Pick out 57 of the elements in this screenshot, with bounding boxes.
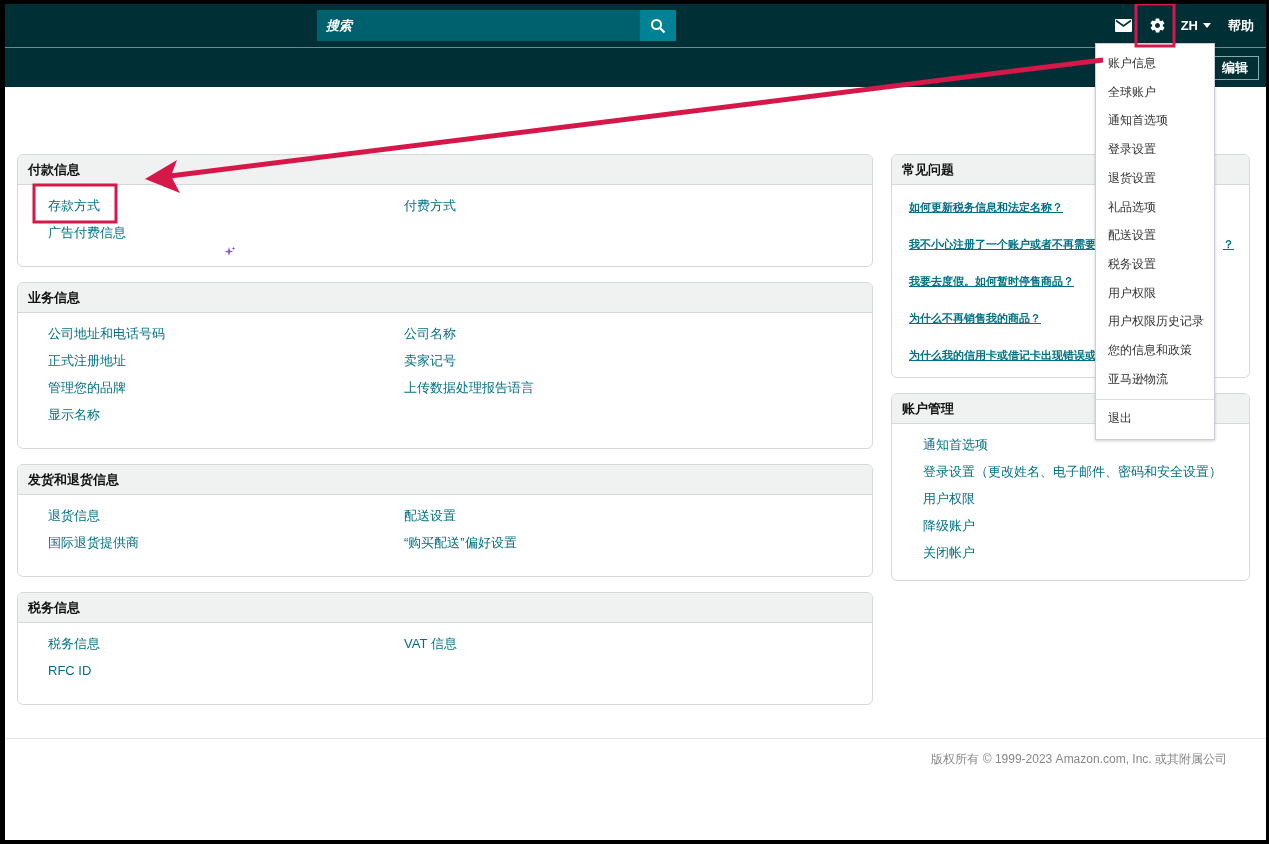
menu-item[interactable]: 礼品选项: [1096, 192, 1214, 222]
settings-link[interactable]: 上传数据处理报告语言: [404, 379, 842, 397]
section-title: 税务信息: [28, 598, 80, 617]
menu-item[interactable]: 通知首选项: [1096, 106, 1214, 136]
help-link[interactable]: 帮助: [1228, 16, 1254, 35]
faq-link[interactable]: 我要去度假。如何暂时停售商品？: [909, 272, 1074, 290]
settings-link[interactable]: 国际退货提供商: [48, 534, 404, 552]
section-title: 发货和退货信息: [28, 470, 119, 489]
caret-icon: [1203, 23, 1211, 28]
settings-link[interactable]: 公司地址和电话号码: [48, 325, 404, 343]
settings-link[interactable]: 通知首选项: [923, 436, 1218, 454]
highlight-box: [1134, 4, 1176, 48]
menu-item[interactable]: 退出: [1096, 404, 1214, 434]
settings-link[interactable]: VAT 信息: [404, 635, 842, 653]
faq-link[interactable]: 为什么不再销售我的商品？: [909, 309, 1041, 327]
faq-link[interactable]: 我不小心注册了一个账户或者不再需要: [909, 235, 1096, 253]
menu-item[interactable]: 亚马逊物流: [1096, 364, 1214, 394]
menu-item[interactable]: 配送设置: [1096, 221, 1214, 250]
mail-icon[interactable]: [1114, 19, 1132, 32]
section-title: 业务信息: [28, 288, 80, 307]
settings-link[interactable]: 管理您的品牌: [48, 379, 404, 397]
settings-link[interactable]: 降级账户: [923, 517, 1218, 535]
search-icon: [650, 17, 666, 34]
settings-link[interactable]: 配送设置: [404, 507, 842, 525]
settings-link[interactable]: 公司名称: [404, 325, 842, 343]
menu-item[interactable]: 税务设置: [1096, 249, 1214, 279]
faq-link[interactable]: 为什么我的信用卡或借记卡出现错误或: [909, 346, 1096, 364]
section-title: 常见问题: [902, 160, 954, 179]
menu-item[interactable]: 账户信息: [1096, 49, 1214, 78]
search-field[interactable]: 搜索: [317, 10, 640, 41]
settings-link[interactable]: 存款方式: [48, 197, 404, 215]
settings-link[interactable]: RFC ID: [48, 662, 404, 680]
menu-item[interactable]: 退货设置: [1096, 163, 1214, 193]
section-title: 付款信息: [28, 160, 80, 179]
settings-icon[interactable]: [1148, 17, 1166, 34]
settings-link[interactable]: 用户权限: [923, 490, 1218, 508]
menu-item[interactable]: 全球账户: [1096, 77, 1214, 107]
search-button[interactable]: [640, 10, 676, 41]
copyright-text: 版权所有 © 1999-2023 Amazon.com, Inc. 或其附属公司: [931, 751, 1227, 768]
settings-link[interactable]: “购买配送”偏好设置: [404, 534, 842, 552]
language-selector[interactable]: ZH: [1180, 18, 1211, 33]
menu-item[interactable]: 用户权限历史记录: [1096, 307, 1214, 337]
settings-link[interactable]: 退货信息: [48, 507, 404, 525]
section-title: 账户管理: [902, 399, 954, 418]
settings-link[interactable]: 卖家记号: [404, 352, 842, 370]
menu-item[interactable]: 登录设置: [1096, 135, 1214, 164]
faq-link[interactable]: 如何更新税务信息和法定名称？: [909, 198, 1063, 216]
settings-link[interactable]: 税务信息: [48, 635, 404, 653]
faq-link[interactable]: ？: [1223, 235, 1234, 253]
settings-link[interactable]: 广告付费信息: [48, 224, 404, 242]
settings-link[interactable]: 关闭帐户: [923, 544, 1218, 562]
settings-link[interactable]: 付费方式: [404, 197, 842, 215]
menu-item[interactable]: 您的信息和政策: [1096, 336, 1214, 365]
menu-item[interactable]: 用户权限: [1096, 278, 1214, 308]
settings-link[interactable]: 正式注册地址: [48, 352, 404, 370]
settings-link[interactable]: 显示名称: [48, 406, 404, 424]
settings-link[interactable]: 登录设置（更改姓名、电子邮件、密码和安全设置）: [923, 463, 1218, 481]
